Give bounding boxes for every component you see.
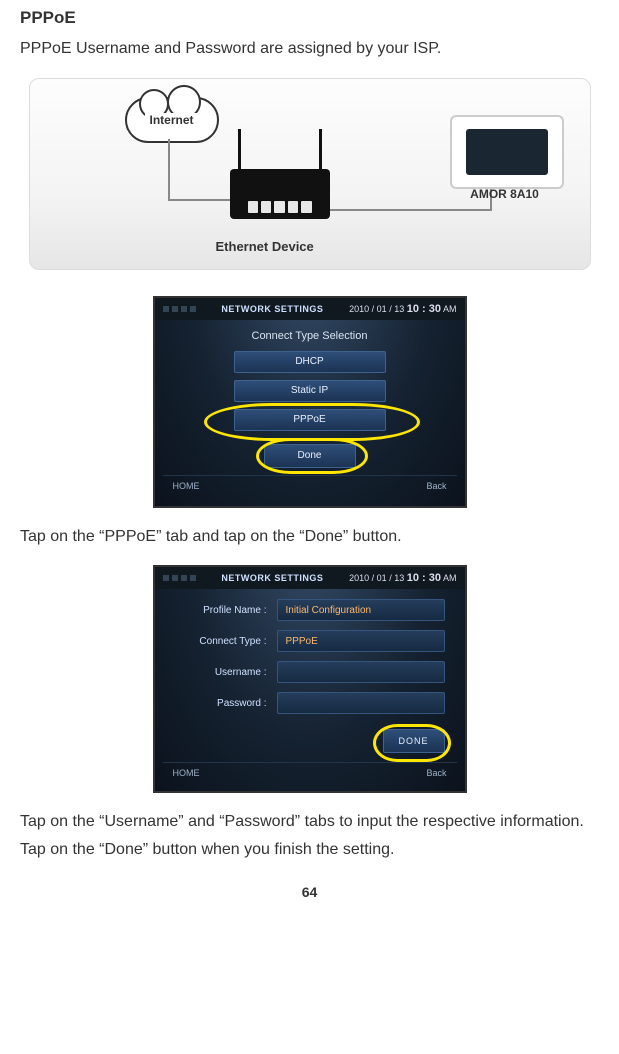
step-1-text: Tap on the “PPPoE” tab and tap on the “D… — [20, 526, 599, 548]
row-username: Username : — [175, 661, 445, 683]
screen-body: Connect Type Selection DHCP Static IP PP… — [155, 320, 465, 506]
screen-header: NETWORK SETTINGS — [221, 573, 323, 583]
internet-cloud: Internet — [125, 97, 219, 143]
internet-label: Internet — [145, 113, 197, 127]
amor-device-icon — [450, 115, 564, 189]
home-button[interactable]: HOME — [173, 481, 200, 491]
option-pppoe[interactable]: PPPoE — [234, 409, 386, 431]
password-field[interactable] — [277, 692, 445, 714]
panel-title: Connect Type Selection — [252, 330, 368, 342]
antenna-icon — [319, 129, 322, 169]
screenshot-connect-type: NETWORK SETTINGS 2010 / 01 / 13 10 : 30 … — [153, 296, 467, 508]
wire — [168, 139, 170, 199]
amor-label: AMOR 8A10 — [450, 187, 560, 201]
profile-label: Profile Name : — [175, 605, 267, 616]
option-static-ip[interactable]: Static IP — [234, 380, 386, 402]
username-label: Username : — [175, 667, 267, 678]
device-screen — [466, 129, 548, 175]
password-label: Password : — [175, 698, 267, 709]
screen-body: Profile Name : Initial Configuration Con… — [155, 589, 465, 791]
wire — [168, 199, 230, 201]
back-button[interactable]: Back — [426, 768, 446, 778]
step-2a-text: Tap on the “Username” and “Password” tab… — [20, 811, 599, 833]
wire — [330, 209, 490, 211]
section-title: PPPoE — [20, 8, 599, 28]
network-diagram: Internet AMOR 8A10 Ethernet Device — [29, 78, 591, 270]
row-connect-type: Connect Type : PPPoE — [175, 630, 445, 652]
row-password: Password : — [175, 692, 445, 714]
row-profile-name: Profile Name : Initial Configuration — [175, 599, 445, 621]
username-field[interactable] — [277, 661, 445, 683]
intro-text: PPPoE Username and Password are assigned… — [20, 38, 599, 60]
back-button[interactable]: Back — [426, 481, 446, 491]
router-ports — [248, 201, 312, 213]
option-dhcp[interactable]: DHCP — [234, 351, 386, 373]
ethernet-label: Ethernet Device — [216, 239, 314, 254]
status-bar: NETWORK SETTINGS 2010 / 01 / 13 10 : 30 … — [155, 567, 465, 589]
antenna-icon — [238, 129, 241, 169]
status-icons — [163, 575, 196, 581]
profile-value[interactable]: Initial Configuration — [277, 599, 445, 621]
clock: 2010 / 01 / 13 10 : 30 AM — [349, 572, 456, 584]
status-icons — [163, 306, 196, 312]
step-2b-text: Tap on the “Done” button when you finish… — [20, 839, 599, 861]
screenshot-pppoe-form: NETWORK SETTINGS 2010 / 01 / 13 10 : 30 … — [153, 565, 467, 793]
router-icon — [230, 169, 330, 219]
screen-header: NETWORK SETTINGS — [221, 304, 323, 314]
connect-type-value[interactable]: PPPoE — [277, 630, 445, 652]
done-button[interactable]: Done — [264, 444, 356, 468]
connect-type-label: Connect Type : — [175, 636, 267, 647]
clock: 2010 / 01 / 13 10 : 30 AM — [349, 303, 456, 315]
home-button[interactable]: HOME — [173, 768, 200, 778]
done-button[interactable]: DONE — [383, 729, 445, 753]
page-number: 64 — [20, 884, 599, 900]
status-bar: NETWORK SETTINGS 2010 / 01 / 13 10 : 30 … — [155, 298, 465, 320]
